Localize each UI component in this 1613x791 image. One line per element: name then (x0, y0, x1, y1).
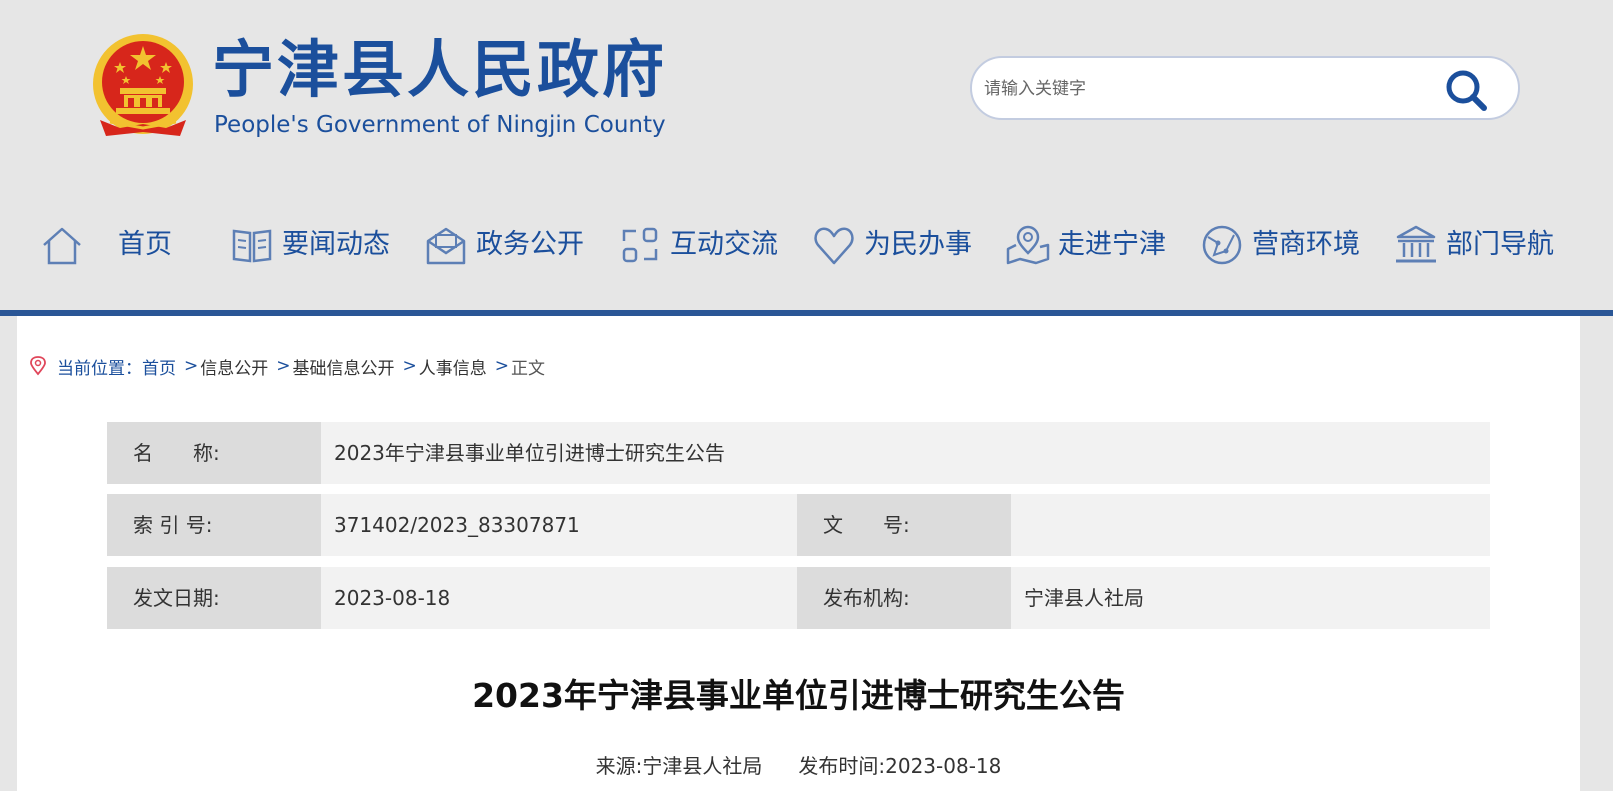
article-title: 2023年宁津县事业单位引进博士研究生公告 (472, 676, 1125, 715)
nav-item-label: 走进宁津 (1058, 229, 1166, 260)
article-source: 来源:宁津县人社局 (595, 754, 763, 778)
book-icon (232, 229, 272, 263)
search-box (970, 56, 1520, 120)
heart-icon (814, 227, 854, 265)
site-header: 宁津县人民政府 People's Government of Ningjin C… (0, 0, 1613, 310)
meta-value-date: 2023-08-18 (334, 586, 451, 610)
breadcrumb-separator: > (276, 356, 291, 376)
breadcrumb-home[interactable]: 首页 (142, 354, 176, 379)
breadcrumb-basic-info[interactable]: 基础信息公开 (293, 354, 395, 379)
nav-item-label: 要闻动态 (282, 229, 390, 260)
main-nav: 首页 要闻动态 政务公开 互动交流 为民办事 走进宁津 营商环境 部门导航 (0, 215, 1613, 275)
mail-icon (426, 227, 466, 265)
nav-item-label: 部门导航 (1446, 229, 1554, 260)
home-icon (43, 227, 81, 265)
meta-key-name: 名 称: (107, 422, 321, 484)
site-title: 宁津县人民政府 (212, 33, 668, 106)
nav-item-news[interactable]: 要闻动态 (230, 215, 390, 275)
nav-item-about[interactable]: 走进宁津 (1006, 215, 1166, 275)
meta-row-date: 发文日期: 2023-08-18 发布机构: 宁津县人社局 (107, 567, 1490, 629)
location-pin-icon (30, 356, 46, 376)
national-emblem-icon (93, 34, 193, 136)
nav-item-services[interactable]: 为民办事 (812, 215, 972, 275)
meta-key-index: 索 引 号: (107, 494, 321, 556)
breadcrumb-info-public[interactable]: 信息公开 (200, 354, 268, 379)
breadcrumb-separator: > (402, 356, 417, 376)
nav-item-departments[interactable]: 部门导航 (1394, 215, 1554, 275)
main-content: 当前位置： 首页 > 信息公开 > 基础信息公开 > 人事信息 > 正文 名 称… (17, 316, 1580, 791)
building-icon (1396, 225, 1436, 263)
meta-key-doc-number: 文 号: (797, 494, 1011, 556)
breadcrumb-separator: > (494, 356, 509, 376)
breadcrumb: 当前位置： 首页 > 信息公开 > 基础信息公开 > 人事信息 > 正文 (29, 354, 545, 379)
meta-key-org: 发布机构: (797, 567, 1011, 629)
breadcrumb-separator: > (184, 356, 199, 376)
nav-item-label: 互动交流 (670, 229, 778, 260)
breadcrumb-current: 正文 (511, 358, 545, 379)
meta-value-name: 2023年宁津县事业单位引进博士研究生公告 (334, 441, 725, 465)
breadcrumb-label: 当前位置： (57, 358, 142, 379)
nav-item-business[interactable]: 营商环境 (1200, 215, 1360, 275)
meta-value-org: 宁津县人社局 (1024, 586, 1144, 610)
site-subtitle: People's Government of Ningjin County (214, 112, 666, 138)
search-input[interactable] (984, 70, 1424, 108)
meta-value-index: 371402/2023_83307871 (334, 513, 580, 537)
interact-icon (622, 227, 658, 263)
breadcrumb-personnel[interactable]: 人事信息 (419, 354, 487, 379)
nav-item-label: 政务公开 (476, 229, 584, 260)
globe-icon (1202, 225, 1242, 265)
article-time: 发布时间:2023-08-18 (798, 754, 1002, 778)
nav-item-gov-affairs[interactable]: 政务公开 (424, 215, 584, 275)
nav-item-interaction[interactable]: 互动交流 (618, 215, 778, 275)
nav-item-home[interactable]: 首页 (40, 215, 172, 275)
meta-row-name: 名 称: 2023年宁津县事业单位引进博士研究生公告 (107, 422, 1490, 484)
nav-item-label: 营商环境 (1252, 229, 1360, 260)
nav-item-label: 为民办事 (864, 229, 972, 260)
article-info: 来源:宁津县人社局 发布时间:2023-08-18 (17, 752, 1580, 780)
nav-item-label: 首页 (118, 229, 172, 260)
meta-key-date: 发文日期: (107, 567, 321, 629)
meta-row-index: 索 引 号: 371402/2023_83307871 文 号: (107, 494, 1490, 556)
map-pin-icon (1006, 225, 1050, 265)
search-icon[interactable] (1444, 68, 1488, 112)
meta-value-doc-number (1011, 494, 1024, 556)
